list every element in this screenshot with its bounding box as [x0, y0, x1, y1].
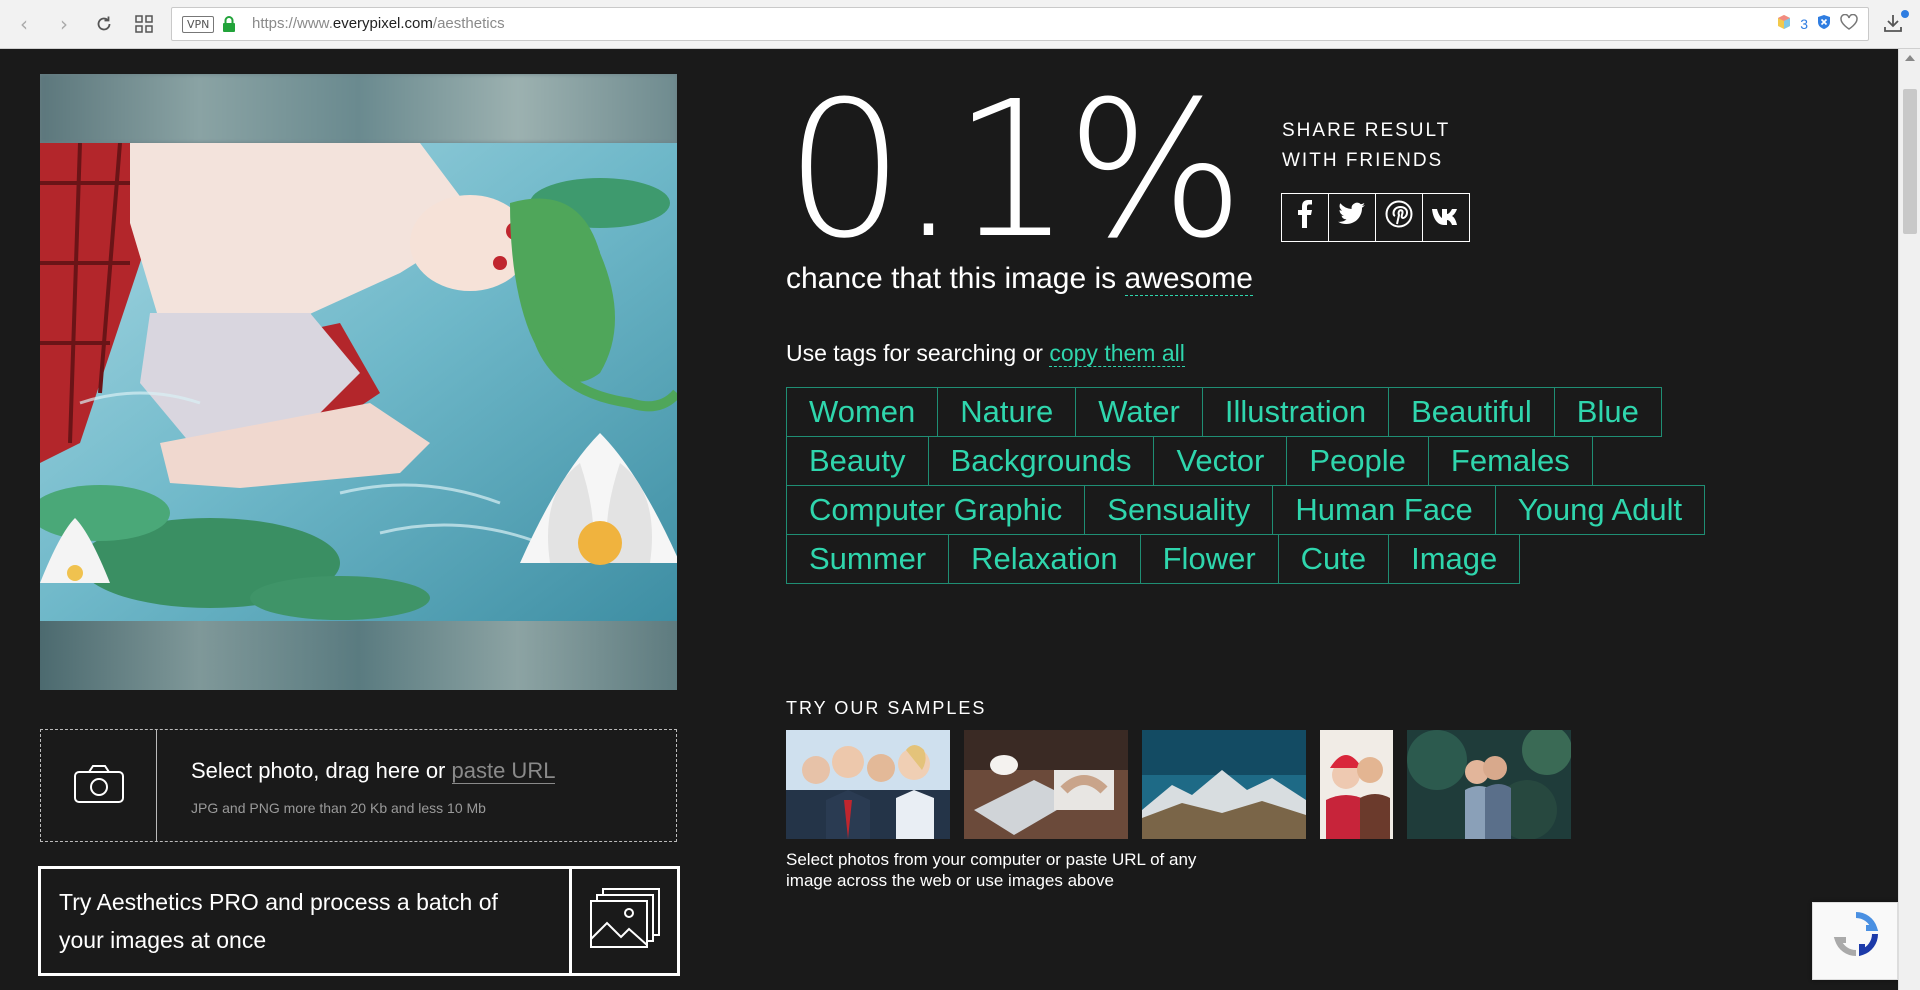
image-stack-icon — [589, 887, 661, 955]
score-caption: chance that this image is awesome — [786, 262, 1253, 296]
facebook-icon — [1297, 200, 1313, 235]
tag-row: Beauty Backgrounds Vector People Females — [786, 436, 1786, 486]
download-badge — [1901, 10, 1909, 18]
anime-water-illustration — [40, 143, 677, 621]
sample-laptop-desk[interactable] — [964, 730, 1128, 839]
preview-blur-top — [40, 74, 677, 143]
pro-promo-text: Try Aesthetics PRO and process a batch o… — [59, 889, 498, 953]
url-path: /aesthetics — [432, 15, 505, 32]
recaptcha-badge[interactable] — [1812, 902, 1898, 980]
tag-row: Computer Graphic Sensuality Human Face Y… — [786, 485, 1786, 535]
url-text[interactable]: https://www.everypixel.com/aesthetics — [252, 15, 505, 32]
tag-row: Women Nature Water Illustration Beautifu… — [786, 387, 1786, 437]
tag-human-face[interactable]: Human Face — [1272, 485, 1496, 535]
tag-young-adult[interactable]: Young Adult — [1494, 485, 1706, 535]
tag-water[interactable]: Water — [1075, 387, 1203, 437]
back-icon[interactable]: ‹ — [12, 12, 36, 36]
upload-requirements: JPG and PNG more than 20 Kb and less 10 … — [191, 800, 486, 816]
bookmark-heart-icon[interactable] — [1840, 13, 1858, 34]
preview-blur-bottom — [40, 621, 677, 690]
url-host: everypixel.com — [332, 15, 433, 32]
tag-cute[interactable]: Cute — [1277, 534, 1390, 584]
samples-title: TRY OUR SAMPLES — [786, 698, 987, 718]
tag-people[interactable]: People — [1286, 436, 1429, 486]
upload-camera-cell[interactable] — [41, 730, 157, 841]
copy-tags-link[interactable]: copy them all — [1049, 340, 1185, 367]
forward-icon[interactable]: › — [52, 12, 76, 36]
upload-dropzone[interactable]: Select photo, drag here or paste URL JPG… — [40, 729, 677, 842]
tag-illustration[interactable]: Illustration — [1201, 387, 1390, 437]
sample-images — [786, 730, 1571, 839]
tags-lead-text: Use tags for searching or — [786, 340, 1050, 366]
sample-couple-forest[interactable] — [1407, 730, 1571, 839]
tags-lead: Use tags for searching or copy them all — [786, 340, 1185, 367]
score-caption-text: chance that this image is — [786, 262, 1125, 295]
aesthetics-score: 0.1% — [785, 61, 1245, 280]
twitter-share-button[interactable] — [1328, 193, 1376, 242]
tag-beautiful[interactable]: Beautiful — [1388, 387, 1555, 437]
vk-share-button[interactable] — [1422, 193, 1470, 242]
tag-blue[interactable]: Blue — [1553, 387, 1662, 437]
tag-backgrounds[interactable]: Backgrounds — [927, 436, 1155, 486]
pro-promo-box[interactable]: Try Aesthetics PRO and process a batch o… — [38, 866, 680, 976]
lock-icon — [222, 16, 236, 32]
pinterest-icon — [1385, 200, 1413, 235]
vpn-badge[interactable]: VPN — [182, 16, 215, 33]
tag-image[interactable]: Image — [1388, 534, 1521, 584]
adblock-icon[interactable] — [1816, 14, 1832, 34]
tag-females[interactable]: Females — [1427, 436, 1593, 486]
page-scrollbar[interactable] — [1898, 49, 1920, 990]
cube-extension-icon[interactable] — [1776, 14, 1792, 34]
sample-mountains[interactable] — [1142, 730, 1306, 839]
vk-icon — [1431, 202, 1461, 233]
scroll-thumb[interactable] — [1903, 89, 1917, 234]
paste-url-link[interactable]: paste URL — [451, 758, 556, 784]
scroll-up-arrow[interactable] — [1905, 55, 1915, 61]
sample-couple-winter[interactable] — [1320, 730, 1393, 839]
tag-flower[interactable]: Flower — [1139, 534, 1279, 584]
upload-main-text: Select photo, drag here or — [191, 758, 452, 783]
awesome-link[interactable]: awesome — [1124, 262, 1253, 296]
tag-women[interactable]: Women — [786, 387, 939, 437]
tag-list: Women Nature Water Illustration Beautifu… — [786, 387, 1786, 584]
sample-business-team[interactable] — [786, 730, 950, 839]
tag-sensuality[interactable]: Sensuality — [1084, 485, 1274, 535]
reload-icon[interactable] — [92, 12, 116, 36]
tag-row: Summer Relaxation Flower Cute Image — [786, 534, 1786, 584]
tag-nature[interactable]: Nature — [937, 387, 1077, 437]
pro-icon-cell — [569, 869, 677, 973]
camera-icon — [73, 764, 125, 808]
share-buttons — [1281, 193, 1470, 242]
samples-note: Select photos from your computer or past… — [786, 850, 1197, 890]
uploaded-image-preview — [40, 74, 677, 690]
extension-count: 3 — [1800, 16, 1808, 32]
url-prefix: https://www. — [252, 15, 333, 32]
tag-vector[interactable]: Vector — [1153, 436, 1288, 486]
browser-toolbar: ‹ › VPN https://www.everypixel.com/aesth… — [0, 0, 1920, 49]
pinterest-share-button[interactable] — [1375, 193, 1423, 242]
upload-instruction: Select photo, drag here or paste URL — [191, 758, 556, 784]
recaptcha-icon — [1833, 911, 1879, 961]
tag-beauty[interactable]: Beauty — [786, 436, 929, 486]
speed-dial-icon[interactable] — [132, 12, 156, 36]
address-bar[interactable]: VPN https://www.everypixel.com/aesthetic… — [171, 7, 1869, 41]
twitter-icon — [1338, 202, 1366, 233]
tag-summer[interactable]: Summer — [786, 534, 950, 584]
share-title: SHARE RESULT WITH FRIENDS — [1282, 120, 1451, 171]
tag-computer-graphic[interactable]: Computer Graphic — [786, 485, 1086, 535]
tag-relaxation[interactable]: Relaxation — [948, 534, 1141, 584]
facebook-share-button[interactable] — [1281, 193, 1329, 242]
